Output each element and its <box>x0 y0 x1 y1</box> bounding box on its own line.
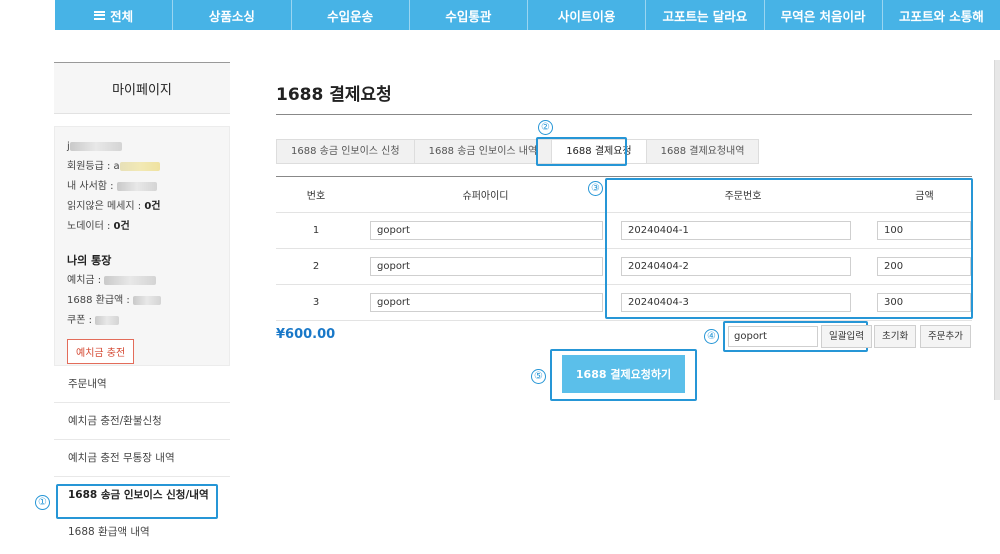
account-title: 나의 통장 <box>67 254 112 267</box>
nav-item-shipping[interactable]: 수입운송 <box>292 0 410 30</box>
row-number: 2 <box>312 261 320 272</box>
annotation-badge-4: ④ <box>704 329 719 344</box>
highlight-box-1 <box>56 484 218 519</box>
masked-text <box>69 141 122 151</box>
sidebar-item-bank-transfer[interactable]: 예치금 충전 무통장 내역 <box>54 440 230 477</box>
nav-item-about[interactable]: 고포트는 달라요 <box>646 0 765 30</box>
masked-text <box>132 295 161 305</box>
super-id-input[interactable]: goport <box>370 293 603 312</box>
sidebar-title: 마이페이지 <box>54 62 230 114</box>
sidebar-item-refund-history[interactable]: 1688 환급액 내역 <box>54 514 230 551</box>
account-coupon: 쿠폰 : <box>67 311 217 331</box>
masked-text <box>95 315 120 325</box>
tab-invoice-request[interactable]: 1688 송금 인보이스 신청 <box>276 139 414 164</box>
tab-payment-history[interactable]: 1688 결제요청내역 <box>645 139 760 164</box>
bulk-input-button[interactable]: 일괄입력 <box>821 325 872 348</box>
profile-nodata: 노데이터 : 0건 <box>67 221 130 232</box>
header-number: 번호 <box>306 191 326 202</box>
annotation-badge-2: ② <box>538 120 553 135</box>
reset-button[interactable]: 초기화 <box>874 325 917 348</box>
bulk-super-id-input[interactable]: goport <box>728 326 818 347</box>
submit-payment-request-button[interactable]: 1688 결제요청하기 <box>562 355 685 393</box>
nav-item-customs[interactable]: 수입통관 <box>410 0 528 30</box>
nav-item-contact[interactable]: 고포트와 소통해 <box>883 0 1000 30</box>
profile-unread: 읽지않은 메세지 : 0건 <box>67 201 161 212</box>
title-divider <box>276 114 972 115</box>
nav-item-site-usage[interactable]: 사이트이용 <box>528 0 647 30</box>
sidebar-item-orders[interactable]: 주문내역 <box>54 366 230 403</box>
page-title: 1688 결제요청 <box>276 85 392 105</box>
profile-grade: 회원등급 : a <box>67 157 217 177</box>
super-id-cell: goport <box>356 221 609 240</box>
profile-mailbox: 내 사서함 : <box>67 177 217 197</box>
nav-item-sourcing[interactable]: 상품소싱 <box>173 0 292 30</box>
account-refund: 1688 환급액 : <box>67 291 217 311</box>
sidebar: 마이페이지 j 회원등급 : a 내 사서함 : 읽지않은 메세지 : 0건 노… <box>54 62 230 551</box>
nav-item-all[interactable]: 전체 <box>55 0 174 30</box>
masked-text <box>104 275 157 285</box>
add-order-button[interactable]: 주문추가 <box>920 325 971 348</box>
tab-invoice-history[interactable]: 1688 송금 인보이스 내역 <box>413 139 552 164</box>
annotation-badge-1: ① <box>35 495 50 510</box>
highlight-box-2 <box>536 137 627 166</box>
super-id-input[interactable]: goport <box>370 257 603 276</box>
charge-deposit-button[interactable]: 예치금 충전 <box>67 339 135 364</box>
nav-item-label: 전체 <box>110 8 134 24</box>
row-number: 3 <box>312 297 320 308</box>
annotation-badge-3: ③ <box>588 181 603 196</box>
tab-bar: 1688 송금 인보이스 신청 1688 송금 인보이스 내역 1688 결제요… <box>276 139 760 164</box>
masked-text <box>119 161 160 171</box>
header-super-id: 슈퍼아이디 <box>462 191 509 202</box>
super-id-cell: goport <box>356 257 609 276</box>
total-amount: ¥600.00 <box>276 327 336 342</box>
top-navigation: 전체 상품소싱 수입운송 수입통관 사이트이용 고포트는 달라요 무역은 처음이… <box>55 0 1000 30</box>
profile-panel: j 회원등급 : a 내 사서함 : 읽지않은 메세지 : 0건 노데이터 : … <box>54 126 230 366</box>
super-id-input[interactable]: goport <box>370 221 603 240</box>
nav-item-trade-beginner[interactable]: 무역은 처음이라 <box>765 0 883 30</box>
profile-user-id: j <box>67 137 217 157</box>
super-id-cell: goport <box>356 293 609 312</box>
annotation-badge-5: ⑤ <box>531 369 546 384</box>
highlight-box-3 <box>605 178 973 319</box>
account-deposit: 예치금 : <box>67 271 217 291</box>
masked-text <box>116 181 157 191</box>
row-number: 1 <box>312 225 320 236</box>
sidebar-item-deposit-refund[interactable]: 예치금 충전/환불신청 <box>54 403 230 440</box>
menu-icon <box>94 10 106 20</box>
page-scrollbar[interactable] <box>994 60 1000 400</box>
